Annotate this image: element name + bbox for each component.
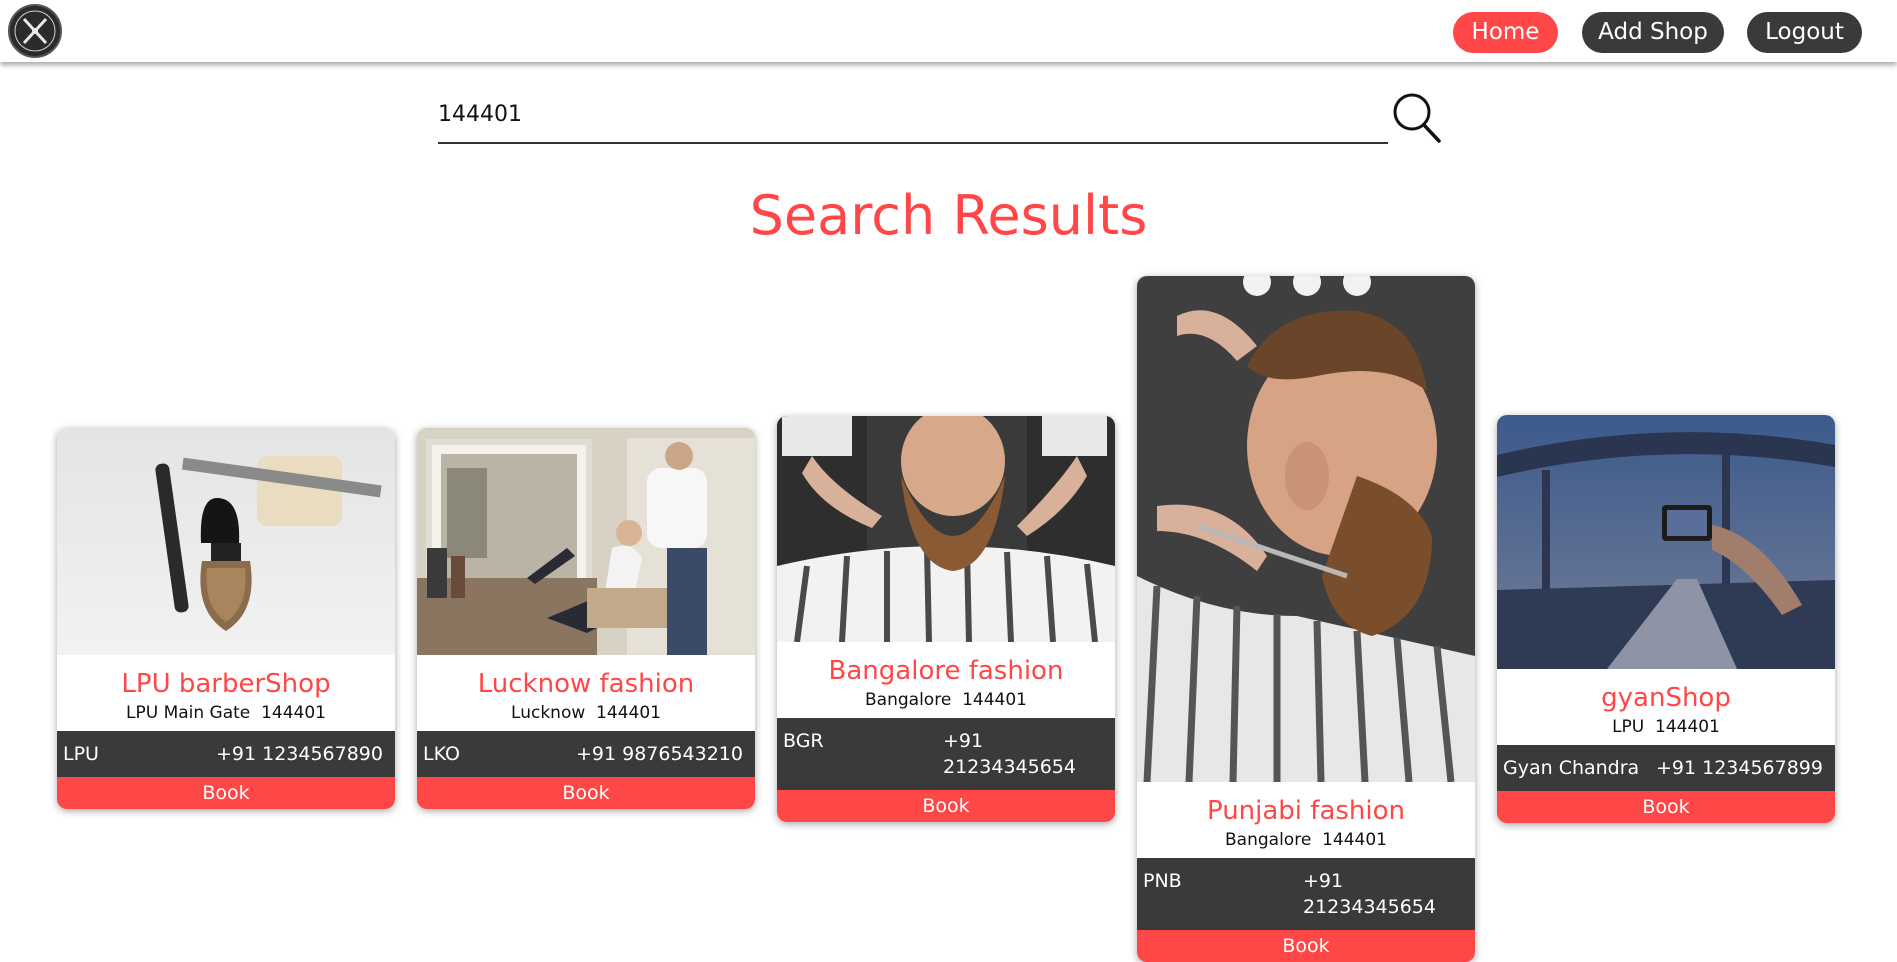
search-icon[interactable] [1390,88,1442,144]
road-bridge-photo-image [1497,415,1835,669]
shop-phone: +91 21234345654 [1303,870,1436,918]
shop-name: Punjabi fashion [1206,796,1406,826]
shop-phone: +91 1234567899 [1655,757,1823,779]
shop-info-bar: PNB +91 21234345654 [1137,858,1475,930]
bearded-man-image [777,416,1115,642]
shop-phone: +91 9876543210 [575,743,743,765]
shop-name: Lucknow fashion [477,669,695,699]
shop-address: Lucknow 144401 [511,703,661,723]
book-button[interactable]: Book [1137,930,1475,962]
shop-phone: +91 21234345654 [943,730,1076,778]
book-button[interactable]: Book [1497,791,1835,823]
shop-owner: Gyan Chandra [1503,757,1640,779]
shop-info-bar: LPU +91 1234567890 [57,731,395,777]
book-button[interactable]: Book [777,790,1115,822]
shop-owner: LPU [63,743,99,765]
shop-name: gyanShop [1601,683,1731,713]
shop-phone: +91 1234567890 [215,743,383,765]
book-button[interactable]: Book [417,777,755,809]
shop-owner: PNB [1143,870,1182,892]
shaving-brush-razor-image [57,428,395,655]
logout-button[interactable]: Logout [1747,12,1862,53]
book-button[interactable]: Book [57,777,395,809]
shop-address: Bangalore 144401 [1225,830,1387,850]
shop-info-bar: LKO +91 9876543210 [417,731,755,777]
shop-card: Lucknow fashion Lucknow 144401 LKO +91 9… [417,428,755,809]
beard-trim-profile-image [1137,276,1475,782]
home-button[interactable]: Home [1453,12,1558,53]
shop-owner: LKO [423,743,460,765]
shop-name: LPU barberShop [121,669,331,699]
shop-name: Bangalore fashion [828,656,1064,686]
shop-card: gyanShop LPU 144401 Gyan Chandra +91 123… [1497,415,1835,823]
shop-address: LPU Main Gate 144401 [126,703,326,723]
page-title: Search Results [749,184,1148,247]
shop-owner: BGR [783,730,824,752]
shop-info-bar: BGR +91 21234345654 [777,718,1115,790]
search-bar [438,86,1388,146]
shop-card: Bangalore fashion Bangalore 144401 BGR +… [777,416,1115,822]
salon-interior-image [417,428,755,655]
shop-address: LPU 144401 [1612,717,1720,737]
barber-logo-icon[interactable] [8,4,62,58]
add-shop-button[interactable]: Add Shop [1582,12,1724,53]
shop-address: Bangalore 144401 [865,690,1027,710]
search-input[interactable] [438,86,1388,144]
shop-info-bar: Gyan Chandra +91 1234567899 [1497,745,1835,791]
shop-card: Punjabi fashion Bangalore 144401 PNB +91… [1137,276,1475,962]
navbar: Home Add Shop Logout [0,0,1897,62]
shop-card: LPU barberShop LPU Main Gate 144401 LPU … [57,428,395,809]
